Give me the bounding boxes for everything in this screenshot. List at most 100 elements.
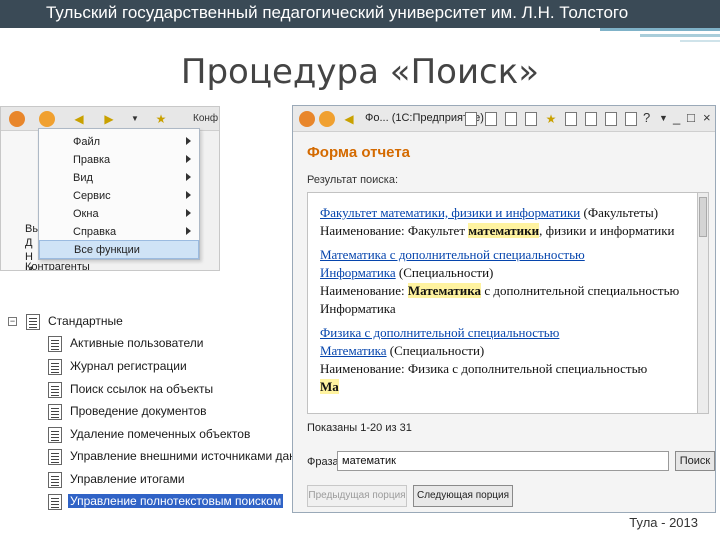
menu-item-label: Окна <box>73 208 99 220</box>
previous-portion-button[interactable]: Предыдущая порция <box>307 485 407 507</box>
side-label: Д <box>25 237 33 249</box>
slide-title: Процедура «Поиск» <box>180 52 540 92</box>
star-icon[interactable]: ★ <box>153 111 169 127</box>
tree-item-label: Проведение документов <box>70 404 207 418</box>
main-menu-dropdown: Файл Правка Вид Сервис Окна Справка Все … <box>38 128 200 260</box>
result-link[interactable]: Информатика <box>320 265 396 280</box>
result-line: Физика с дополнительной специальностью <box>320 325 559 341</box>
menu-item-edit[interactable]: Правка <box>39 151 199 170</box>
header-accent-line <box>640 34 720 37</box>
result-link[interactable]: Математика с дополнительной специальност… <box>320 247 585 262</box>
result-match: Ма <box>320 379 339 394</box>
tree-item[interactable]: Управление внешними источниками дан <box>0 447 296 467</box>
menu-dropdown-icon[interactable] <box>39 111 55 127</box>
forward-arrow-icon[interactable]: ▶ <box>101 111 117 127</box>
chevron-down-icon[interactable]: ▼ <box>127 111 143 127</box>
result-text: Наименование: Физика с дополнительной сп… <box>320 361 648 376</box>
submenu-arrow-icon <box>186 227 191 235</box>
menu-item-label: Сервис <box>73 190 111 202</box>
result-prefix: Наименование: Факультет <box>320 223 469 238</box>
zoom-icon[interactable] <box>605 112 617 126</box>
app-logo-icon[interactable] <box>9 111 25 127</box>
result-suffix: (Специальности) <box>386 343 485 358</box>
result-link[interactable]: Факультет математики, физики и информати… <box>320 205 580 220</box>
side-panel: Вы Д Н И <box>1 131 40 270</box>
phrase-label: Фраза <box>307 456 339 468</box>
processing-icon <box>48 336 62 352</box>
scroll-thumb[interactable] <box>699 197 707 237</box>
contractors-link[interactable]: Контрагенты <box>25 261 90 270</box>
menu-item-file[interactable]: Файл <box>39 133 199 152</box>
submenu-arrow-icon <box>186 137 191 145</box>
phrase-input[interactable]: математик <box>337 451 669 471</box>
next-portion-button[interactable]: Следующая порция <box>413 485 513 507</box>
star-icon[interactable]: ★ <box>543 111 559 127</box>
processing-icon <box>48 359 62 375</box>
result-suffix: (Факультеты) <box>580 205 659 220</box>
app-logo-icon[interactable] <box>299 111 315 127</box>
processing-icon <box>48 382 62 398</box>
processing-icon <box>48 494 62 510</box>
result-prefix: Наименование: <box>320 283 408 298</box>
back-arrow-icon[interactable]: ◀ <box>341 111 357 127</box>
slide-footer: Тула - 2013 <box>629 515 698 530</box>
menu-item-label: Все функции <box>74 244 140 256</box>
close-icon[interactable]: × <box>703 110 711 125</box>
submenu-arrow-icon <box>186 209 191 217</box>
results-scrollbar[interactable] <box>697 192 709 414</box>
search-button[interactable]: Поиск <box>675 451 715 471</box>
result-match: Математика <box>407 283 482 298</box>
menu-item-all-functions[interactable]: Все функции <box>39 240 199 259</box>
tree-item[interactable]: Активные пользователи <box>0 334 296 354</box>
submenu-arrow-icon <box>186 173 191 181</box>
calendar-icon[interactable] <box>585 112 597 126</box>
results-count: Показаны 1-20 из 31 <box>307 422 412 434</box>
menu-item-label: Вид <box>73 172 93 184</box>
tree-item[interactable]: Управление итогами <box>0 470 296 490</box>
result-suffix: , физики и информатики <box>539 223 675 238</box>
print-icon[interactable] <box>485 112 497 126</box>
menu-dropdown-icon[interactable] <box>319 111 335 127</box>
menu-item-windows[interactable]: Окна <box>39 205 199 224</box>
tree-item[interactable]: Журнал регистрации <box>0 357 296 377</box>
result-line: Наименование: Математика с дополнительно… <box>320 283 679 299</box>
result-line: Математика с дополнительной специальност… <box>320 247 585 263</box>
folder-icon <box>26 314 40 330</box>
menu-item-label: Справка <box>73 226 117 238</box>
menu-item-label: Правка <box>73 154 111 166</box>
preview-icon[interactable] <box>505 112 517 126</box>
result-suffix: (Специальности) <box>395 265 494 280</box>
processing-icon <box>48 472 62 488</box>
result-line: Ма <box>320 379 339 395</box>
zoom-out-icon[interactable] <box>625 112 637 126</box>
result-link[interactable]: Физика с дополнительной специальностью <box>320 325 559 340</box>
tree-item-label: Управление полнотекстовым поиском <box>68 494 284 508</box>
tree-item[interactable]: Поиск ссылок на объекты <box>0 380 296 400</box>
result-link[interactable]: Математика <box>320 343 387 358</box>
save-icon[interactable] <box>465 112 477 126</box>
tree-item[interactable]: Удаление помеченных объектов <box>0 425 296 445</box>
tree-item-selected[interactable]: Управление полнотекстовым поиском <box>0 492 296 512</box>
menu-item-service[interactable]: Сервис <box>39 187 199 206</box>
tree-item-label: Поиск ссылок на объекты <box>70 382 214 396</box>
result-line: Наименование: Физика с дополнительной сп… <box>320 361 647 377</box>
processing-icon <box>48 427 62 443</box>
tree-root-standard[interactable]: − Стандартные <box>0 312 296 332</box>
tree-item[interactable]: Проведение документов <box>0 402 296 422</box>
link-icon[interactable] <box>525 112 537 126</box>
minimize-icon[interactable]: _ <box>673 110 680 125</box>
result-line: Математика (Специальности) <box>320 343 484 359</box>
chevron-down-icon[interactable]: ▼ <box>659 113 668 123</box>
maximize-icon[interactable]: □ <box>687 110 695 125</box>
submenu-arrow-icon <box>186 155 191 163</box>
help-icon[interactable]: ? <box>643 110 650 125</box>
menu-item-view[interactable]: Вид <box>39 169 199 188</box>
back-arrow-icon[interactable]: ◀ <box>71 111 87 127</box>
menu-item-label: Файл <box>73 136 101 148</box>
calculator-icon[interactable] <box>565 112 577 126</box>
collapse-icon[interactable]: − <box>8 317 17 326</box>
tree-item-label: Управление внешними источниками дан <box>70 449 296 463</box>
result-label: Результат поиска: <box>307 174 399 186</box>
report-form-window: ◀ Фо... (1С:Предприятие) ★ ? ▼ _ □ × Фор… <box>292 105 716 513</box>
result-suffix: с дополнительной специальностью <box>481 283 680 298</box>
